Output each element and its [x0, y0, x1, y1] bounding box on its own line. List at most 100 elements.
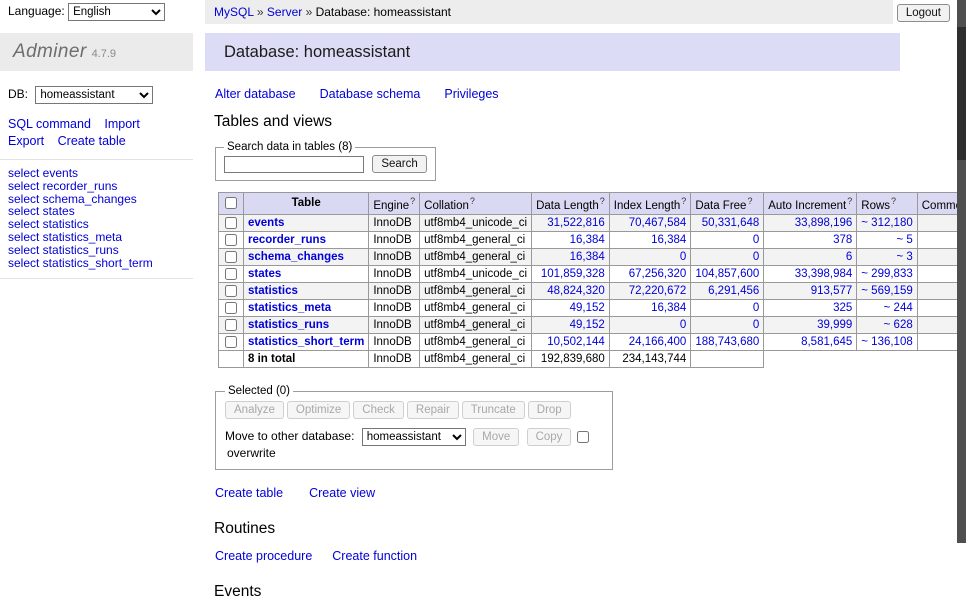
rows-link[interactable]: ~ 3: [896, 251, 912, 263]
help-icon[interactable]: ?: [681, 196, 686, 206]
sidebar-table-link[interactable]: select events: [8, 167, 185, 180]
select-all-checkbox[interactable]: [225, 197, 237, 209]
breadcrumb-link[interactable]: MySQL: [214, 5, 254, 19]
copy-button[interactable]: Copy: [527, 428, 572, 446]
sidebar-action-link[interactable]: Import: [104, 117, 139, 131]
drop-button[interactable]: Drop: [528, 401, 571, 419]
auto-increment-cell: 6: [764, 248, 857, 265]
row-checkbox[interactable]: [225, 217, 237, 229]
index-length-link[interactable]: 0: [680, 251, 686, 263]
sidebar-table-link[interactable]: select statistics_runs: [8, 244, 185, 257]
truncate-button[interactable]: Truncate: [462, 401, 525, 419]
row-checkbox[interactable]: [225, 336, 237, 348]
auto-increment-link[interactable]: 325: [833, 302, 852, 314]
database-action-link[interactable]: Alter database: [215, 87, 296, 101]
database-action-link[interactable]: Database schema: [320, 87, 421, 101]
table-name-link[interactable]: schema_changes: [248, 251, 344, 263]
index-length-link[interactable]: 0: [680, 319, 686, 331]
table-name-link[interactable]: statistics: [248, 285, 298, 297]
data-free-link[interactable]: 6,291,456: [708, 285, 759, 297]
data-free-link[interactable]: 0: [753, 251, 759, 263]
auto-increment-link[interactable]: 39,999: [817, 319, 852, 331]
routine-link[interactable]: Create procedure: [215, 549, 312, 563]
table-name-link[interactable]: statistics_short_term: [248, 336, 364, 348]
table-name-link[interactable]: events: [248, 217, 284, 229]
rows-link[interactable]: ~ 299,833: [861, 268, 912, 280]
auto-increment-link[interactable]: 6: [846, 251, 852, 263]
breadcrumb-link[interactable]: Server: [267, 5, 302, 19]
rows-link[interactable]: ~ 312,180: [861, 217, 912, 229]
auto-increment-link[interactable]: 8,581,645: [801, 336, 852, 348]
data-free-link[interactable]: 104,857,600: [695, 268, 759, 280]
search-input[interactable]: [224, 156, 364, 173]
data-free-link[interactable]: 50,331,648: [702, 217, 760, 229]
data-free-link[interactable]: 0: [753, 319, 759, 331]
sidebar-table-link[interactable]: select statistics_meta: [8, 231, 185, 244]
table-name-link[interactable]: states: [248, 268, 281, 280]
routine-link[interactable]: Create function: [332, 549, 417, 563]
index-length-link[interactable]: 24,166,400: [629, 336, 687, 348]
data-length-link[interactable]: 16,384: [570, 251, 605, 263]
data-length-link[interactable]: 49,152: [570, 302, 605, 314]
sidebar-table-link[interactable]: select recorder_runs: [8, 180, 185, 193]
data-length-link[interactable]: 16,384: [570, 234, 605, 246]
sidebar-action-link[interactable]: SQL command: [8, 117, 91, 131]
auto-increment-link[interactable]: 33,898,196: [795, 217, 853, 229]
table-name-link[interactable]: statistics_runs: [248, 319, 329, 331]
database-action-link[interactable]: Privileges: [444, 87, 498, 101]
scrollbar-thumb[interactable]: [957, 27, 966, 160]
db-select[interactable]: homeassistant: [35, 86, 153, 104]
sidebar-table-link[interactable]: select statistics_short_term: [8, 257, 185, 270]
logout-button[interactable]: Logout: [897, 4, 950, 22]
auto-increment-link[interactable]: 378: [833, 234, 852, 246]
create-link[interactable]: Create table: [215, 486, 283, 500]
data-free-link[interactable]: 0: [753, 302, 759, 314]
index-length-link[interactable]: 70,467,584: [629, 217, 687, 229]
help-icon[interactable]: ?: [470, 196, 475, 206]
index-length-link[interactable]: 72,220,672: [629, 285, 687, 297]
data-length-link[interactable]: 10,502,144: [547, 336, 605, 348]
row-checkbox[interactable]: [225, 268, 237, 280]
help-icon[interactable]: ?: [891, 196, 896, 206]
data-length-link[interactable]: 48,824,320: [547, 285, 605, 297]
move-button[interactable]: Move: [473, 428, 519, 446]
rows-link[interactable]: ~ 628: [884, 319, 913, 331]
table-name-link[interactable]: recorder_runs: [248, 234, 326, 246]
help-icon[interactable]: ?: [600, 196, 605, 206]
rows-link[interactable]: ~ 5: [896, 234, 912, 246]
language-select[interactable]: English: [68, 3, 165, 21]
rows-link[interactable]: ~ 136,108: [861, 336, 912, 348]
table-name-link[interactable]: statistics_meta: [248, 302, 331, 314]
row-checkbox[interactable]: [225, 319, 237, 331]
auto-increment-link[interactable]: 33,398,984: [795, 268, 853, 280]
repair-button[interactable]: Repair: [407, 401, 459, 419]
overwrite-checkbox[interactable]: [577, 431, 589, 443]
row-checkbox[interactable]: [225, 251, 237, 263]
sidebar-action-link[interactable]: Export: [8, 134, 44, 148]
help-icon[interactable]: ?: [747, 196, 752, 206]
check-button[interactable]: Check: [353, 401, 404, 419]
index-length-link[interactable]: 16,384: [651, 234, 686, 246]
data-length-link[interactable]: 31,522,816: [547, 217, 605, 229]
sidebar-action-link[interactable]: Create table: [58, 134, 126, 148]
data-free-link[interactable]: 0: [753, 234, 759, 246]
index-length-link[interactable]: 67,256,320: [629, 268, 687, 280]
rows-link[interactable]: ~ 244: [884, 302, 913, 314]
scrollbar[interactable]: [957, 0, 966, 543]
optimize-button[interactable]: Optimize: [287, 401, 350, 419]
data-length-link[interactable]: 49,152: [570, 319, 605, 331]
move-db-select[interactable]: homeassistant: [362, 428, 466, 446]
analyze-button[interactable]: Analyze: [225, 401, 284, 419]
help-icon[interactable]: ?: [410, 196, 415, 206]
row-checkbox[interactable]: [225, 302, 237, 314]
data-length-link[interactable]: 101,859,328: [541, 268, 605, 280]
create-link[interactable]: Create view: [309, 486, 375, 500]
row-checkbox[interactable]: [225, 285, 237, 297]
auto-increment-link[interactable]: 913,577: [811, 285, 853, 297]
data-free-link[interactable]: 188,743,680: [695, 336, 759, 348]
rows-link[interactable]: ~ 569,159: [861, 285, 912, 297]
help-icon[interactable]: ?: [847, 196, 852, 206]
search-button[interactable]: Search: [372, 155, 426, 173]
index-length-link[interactable]: 16,384: [651, 302, 686, 314]
row-checkbox[interactable]: [225, 234, 237, 246]
